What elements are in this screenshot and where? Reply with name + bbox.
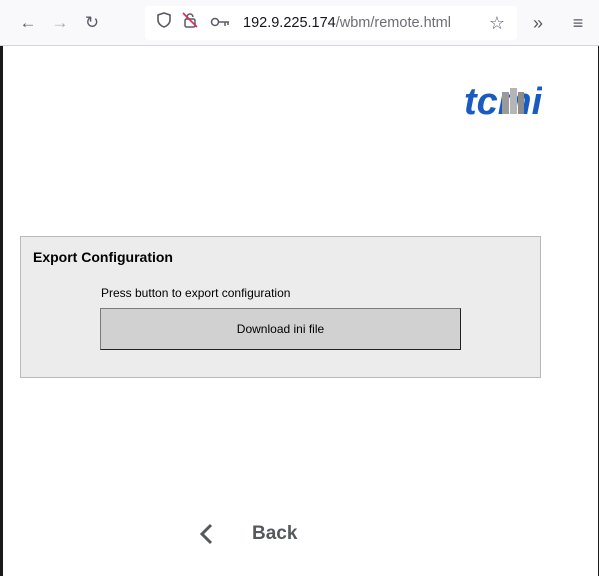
url-host: 192.9.225.174 <box>243 15 336 31</box>
menu-icon[interactable]: ≡ <box>566 0 590 46</box>
reload-icon[interactable]: ↻ <box>80 0 104 46</box>
shield-icon[interactable] <box>153 6 175 40</box>
window-frame-left <box>0 46 3 576</box>
back-arrow-icon[interactable]: ← <box>16 0 40 46</box>
download-ini-button[interactable]: Download ini file <box>100 308 461 350</box>
star-icon[interactable]: ☆ <box>485 6 509 40</box>
export-instruction: Press button to export configuration <box>101 286 291 300</box>
back-link[interactable]: Back <box>195 514 297 554</box>
logo: tcmi <box>462 78 544 124</box>
permissions-icon[interactable] <box>179 6 201 40</box>
export-configuration-panel: Export Configuration Press button to exp… <box>20 236 541 378</box>
back-label: Back <box>252 523 298 544</box>
key-icon[interactable] <box>207 6 233 40</box>
chevron-left-icon <box>199 523 213 545</box>
address-bar[interactable]: 192.9.225.174/wbm/remote.html ☆ <box>145 6 517 40</box>
panel-title: Export Configuration <box>33 249 173 265</box>
browser-toolbar: ← → ↻ 192.9.225.174/wbm/remote.html ☆ » … <box>0 0 599 46</box>
forward-arrow-icon[interactable]: → <box>48 0 72 46</box>
url-path: /wbm/remote.html <box>335 15 451 31</box>
url-text[interactable]: 192.9.225.174/wbm/remote.html <box>243 6 451 40</box>
overflow-icon[interactable]: » <box>526 0 550 46</box>
